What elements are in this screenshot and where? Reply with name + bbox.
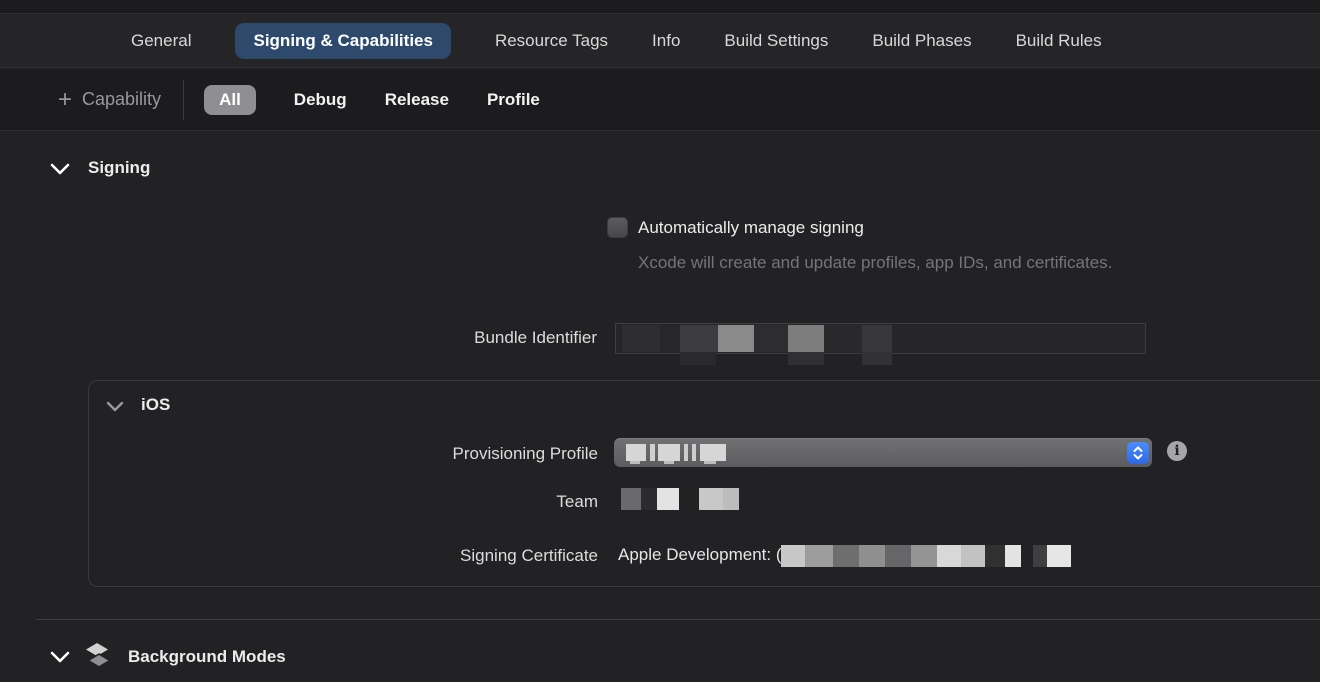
- filter-release[interactable]: Release: [385, 90, 449, 110]
- editor-tab-bar: General Signing & Capabilities Resource …: [0, 15, 1320, 68]
- chevron-down-icon[interactable]: [50, 651, 72, 665]
- tab-general[interactable]: General: [131, 23, 191, 59]
- dropdown-stepper-icon[interactable]: [1127, 442, 1149, 464]
- auto-manage-signing-description: Xcode will create and update profiles, a…: [638, 247, 1128, 278]
- signing-certificate-redacted-value: [781, 545, 1073, 567]
- signing-certificate-label: Signing Certificate: [89, 546, 598, 566]
- auto-manage-signing-checkbox[interactable]: [607, 217, 628, 238]
- provisioning-profile-redacted-value: [624, 444, 744, 466]
- window-top-strip: [0, 0, 1320, 14]
- info-icon[interactable]: i: [1167, 441, 1187, 461]
- vertical-divider: [183, 80, 184, 120]
- bundle-identifier-label: Bundle Identifier: [0, 328, 597, 348]
- filter-debug[interactable]: Debug: [294, 90, 347, 110]
- ios-signing-group: iOS Provisioning Profile i Team Signing …: [88, 380, 1320, 587]
- filter-profile[interactable]: Profile: [487, 90, 540, 110]
- ios-section-title: iOS: [141, 395, 170, 415]
- provisioning-profile-label: Provisioning Profile: [89, 444, 598, 464]
- signing-section-title: Signing: [88, 158, 150, 178]
- signing-certificate-value-prefix: Apple Development: (: [618, 545, 781, 565]
- capability-filter-bar: + Capability All Debug Release Profile: [0, 69, 1320, 131]
- provisioning-profile-dropdown[interactable]: [614, 438, 1152, 467]
- chevron-down-icon[interactable]: [106, 400, 128, 414]
- background-modes-icon: [84, 641, 114, 673]
- team-label: Team: [89, 492, 598, 512]
- filter-all[interactable]: All: [204, 85, 256, 115]
- tab-info[interactable]: Info: [652, 23, 680, 59]
- section-divider: [36, 619, 1320, 620]
- tab-signing-and-capabilities[interactable]: Signing & Capabilities: [235, 23, 450, 59]
- tab-build-rules[interactable]: Build Rules: [1016, 23, 1102, 59]
- add-capability-label: Capability: [82, 89, 161, 110]
- auto-manage-signing-label: Automatically manage signing: [638, 218, 864, 238]
- background-modes-section-title: Background Modes: [128, 647, 286, 667]
- team-redacted-value: [619, 488, 749, 510]
- bundle-identifier-redacted-value: [617, 325, 897, 367]
- chevron-down-icon[interactable]: [50, 163, 72, 177]
- tab-resource-tags[interactable]: Resource Tags: [495, 23, 608, 59]
- xcode-project-editor: General Signing & Capabilities Resource …: [0, 0, 1320, 682]
- configuration-filters: All Debug Release Profile: [204, 85, 540, 115]
- plus-icon: +: [58, 91, 72, 109]
- add-capability-button[interactable]: + Capability: [58, 89, 161, 110]
- tab-build-settings[interactable]: Build Settings: [724, 23, 828, 59]
- signing-certificate-value: Apple Development: (: [618, 545, 1073, 567]
- tab-build-phases[interactable]: Build Phases: [872, 23, 971, 59]
